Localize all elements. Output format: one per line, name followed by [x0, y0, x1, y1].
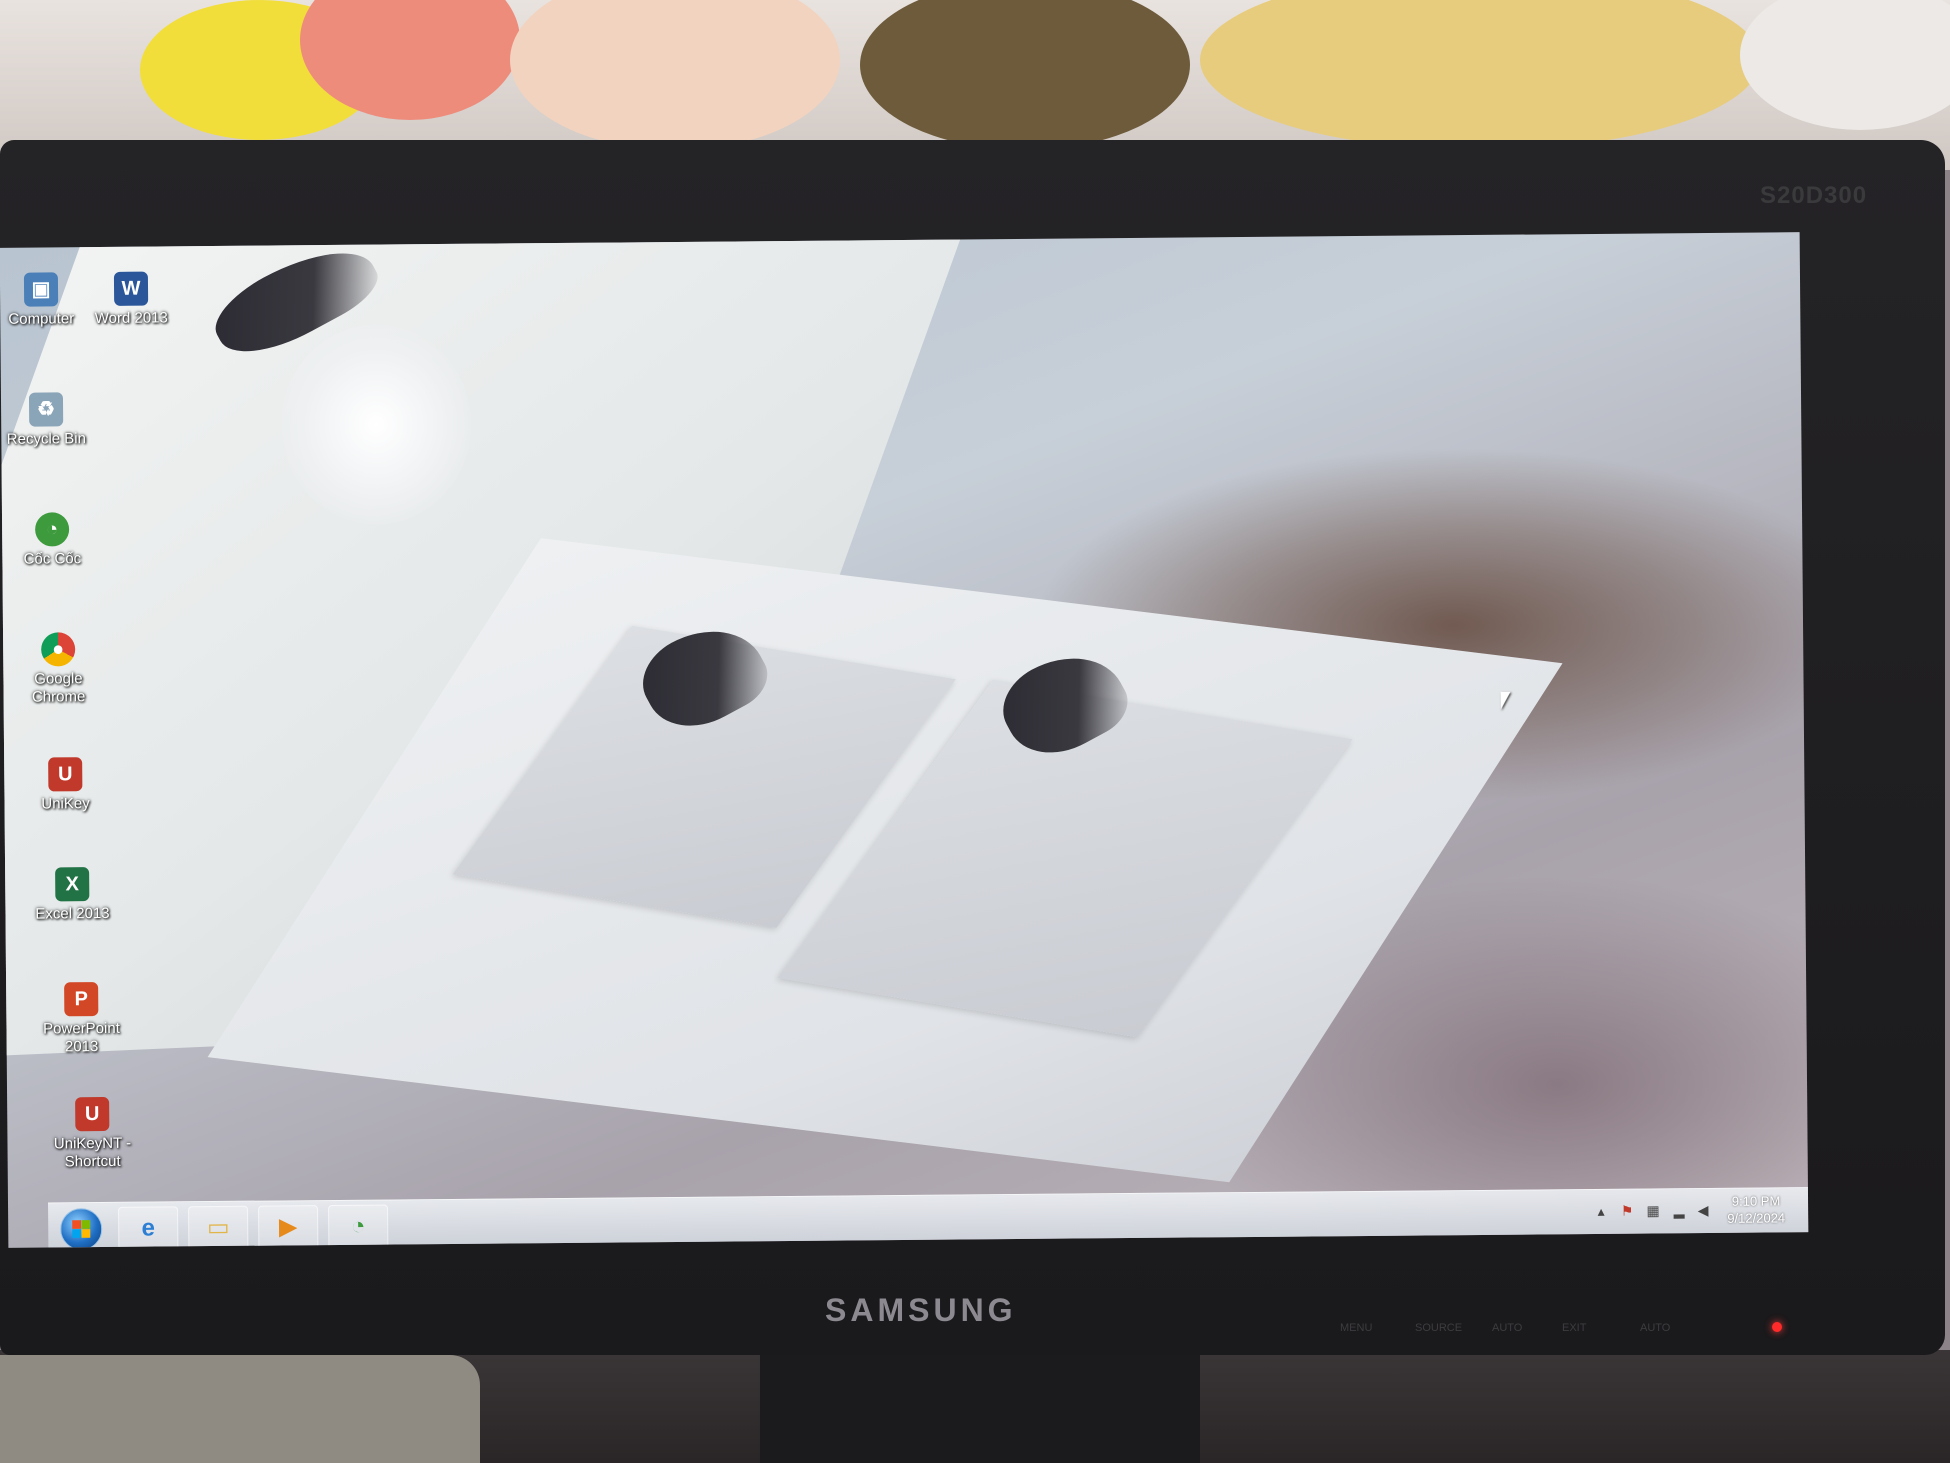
- power-led: [1772, 1322, 1782, 1332]
- monitor-stand: [760, 1340, 1200, 1463]
- monitor-control-source[interactable]: SOURCE: [1415, 1322, 1462, 1334]
- monitor-control-exit[interactable]: EXIT: [1562, 1322, 1586, 1334]
- desktop-icon-unikey[interactable]: U UniKey: [20, 757, 110, 814]
- desktop-icon-coc-coc[interactable]: ◔ Cốc Cốc: [7, 512, 97, 569]
- desktop-icon-excel[interactable]: X Excel 2013: [27, 867, 117, 924]
- mouse-cursor: [1500, 691, 1511, 710]
- monitor-model-label: S20D300: [1760, 182, 1868, 209]
- desktop-icon-powerpoint[interactable]: P PowerPoint 2013: [36, 982, 127, 1057]
- clock-time: 9:10 PM: [1731, 1193, 1781, 1209]
- system-clock[interactable]: 9:10 PM 9/12/2024: [1716, 1192, 1796, 1227]
- desktop-icon-chrome[interactable]: ● Google Chrome: [13, 632, 104, 707]
- desktop-icon-word[interactable]: W Word 2013: [86, 271, 176, 328]
- excel-icon: X: [55, 867, 90, 902]
- clock-date: 9/12/2024: [1727, 1210, 1786, 1226]
- monitor-control-auto-2[interactable]: AUTO: [1640, 1322, 1670, 1334]
- computer-icon: ▣: [23, 272, 59, 307]
- network-icon[interactable]: ▦: [1644, 1201, 1662, 1219]
- monitor-control-menu[interactable]: MENU: [1340, 1322, 1372, 1334]
- chrome-icon: ●: [41, 632, 76, 667]
- monitor-control-auto[interactable]: AUTO: [1492, 1322, 1522, 1334]
- media-player-icon[interactable]: ▶: [258, 1205, 319, 1248]
- unikey-icon: U: [48, 757, 83, 792]
- folder-icon[interactable]: ▭: [188, 1205, 249, 1248]
- desktop-icon-recycle-bin[interactable]: ♻ Recycle Bin: [1, 392, 91, 449]
- signal-icon[interactable]: ▂: [1670, 1201, 1688, 1219]
- coc-coc-icon[interactable]: ◔: [328, 1204, 389, 1248]
- desktop-screen[interactable]: ▣ Computer W Word 2013 ♻ Recycle Bin ◔ C…: [0, 232, 1809, 1248]
- wallpaper-bride-photo: [280, 323, 473, 526]
- towel: [0, 1355, 480, 1463]
- monitor-brand-logo: SAMSUNG: [825, 1292, 1017, 1328]
- internet-explorer-icon[interactable]: e: [118, 1206, 179, 1248]
- windows-start-icon[interactable]: [60, 1208, 103, 1248]
- action-center-flag-icon[interactable]: ⚑: [1618, 1202, 1636, 1220]
- unikeynt-icon: U: [75, 1096, 110, 1132]
- desktop-icon-computer[interactable]: ▣ Computer: [0, 272, 86, 329]
- powerpoint-icon: P: [64, 982, 99, 1017]
- recycle-bin-icon: ♻: [28, 392, 64, 427]
- word-icon: W: [113, 271, 149, 306]
- coc-coc-icon: ◔: [34, 512, 70, 547]
- desktop-icon-unikeynt[interactable]: U UniKeyNT - Shortcut: [47, 1096, 138, 1172]
- volume-icon[interactable]: ◀: [1694, 1201, 1712, 1219]
- show-hidden-icons-arrow[interactable]: ▴: [1592, 1202, 1610, 1220]
